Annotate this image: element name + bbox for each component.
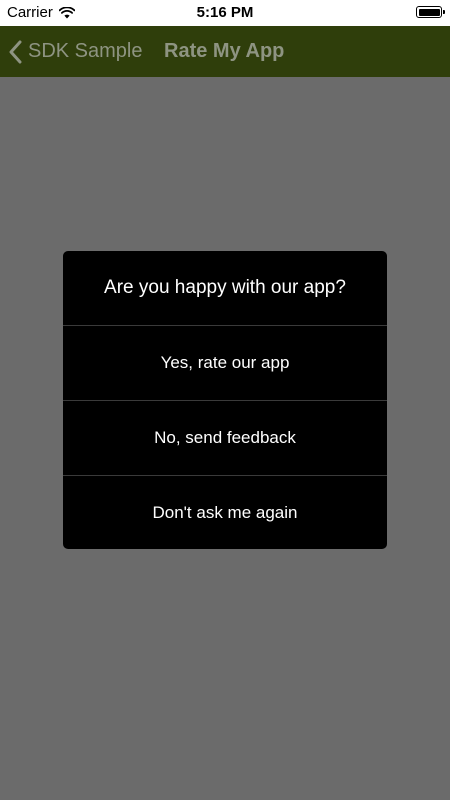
status-time: 5:16 PM [196, 4, 254, 21]
rate-app-button[interactable]: Yes, rate our app [63, 326, 387, 401]
rate-app-dialog: Are you happy with our app? Yes, rate ou… [63, 251, 387, 549]
back-button[interactable]: SDK Sample [8, 26, 143, 77]
battery-fill [418, 8, 440, 16]
battery-icon [416, 6, 445, 18]
dialog-title: Are you happy with our app? [63, 251, 387, 326]
send-feedback-button[interactable]: No, send feedback [63, 401, 387, 476]
battery-tip [443, 10, 445, 14]
dont-ask-again-button[interactable]: Don't ask me again [63, 476, 387, 549]
status-bar: Carrier 5:16 PM [0, 0, 450, 26]
page-title: Rate My App [164, 40, 285, 62]
chevron-left-icon [8, 40, 22, 64]
back-button-label: SDK Sample [28, 40, 143, 62]
navigation-bar: SDK Sample Rate My App [0, 26, 450, 77]
